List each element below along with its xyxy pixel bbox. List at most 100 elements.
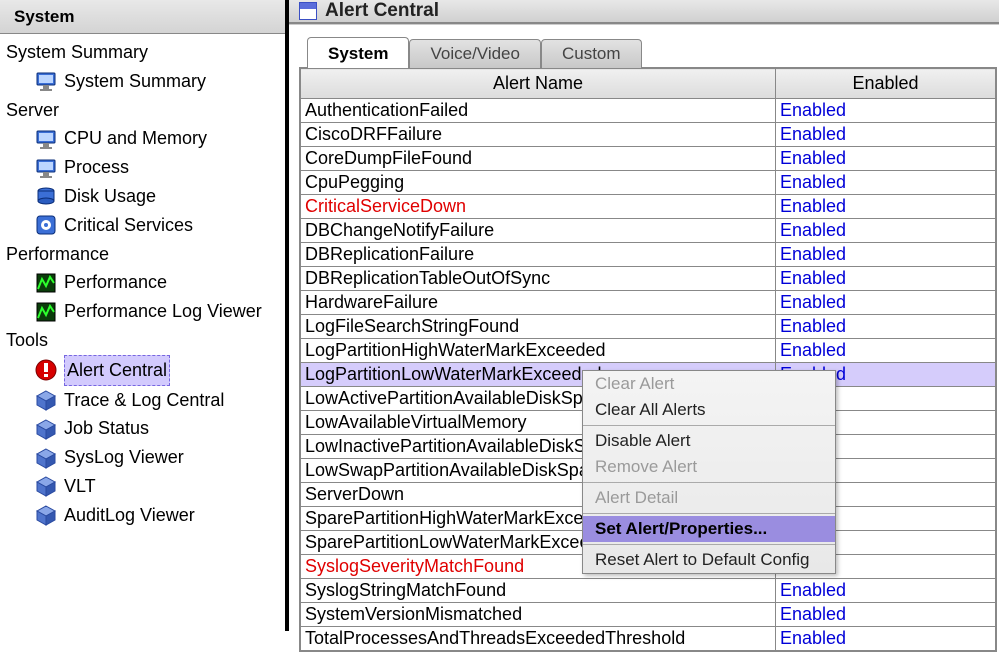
cube-icon xyxy=(34,446,58,470)
alert-status-cell: Enabled xyxy=(776,315,996,339)
navigation-tree: System SummarySystem SummaryServerCPU an… xyxy=(0,34,285,530)
table-row[interactable]: LogFileSearchStringFoundEnabled xyxy=(301,315,996,339)
tree-item[interactable]: Performance Log Viewer xyxy=(6,297,285,326)
table-row[interactable]: CriticalServiceDownEnabled xyxy=(301,195,996,219)
tab-bar: SystemVoice/VideoCustom xyxy=(307,37,999,68)
alert-name-cell: CoreDumpFileFound xyxy=(301,147,776,171)
tree-item-label: System Summary xyxy=(64,67,206,96)
table-row[interactable]: CoreDumpFileFoundEnabled xyxy=(301,147,996,171)
alert-name-cell: DBReplicationTableOutOfSync xyxy=(301,267,776,291)
alert-status-cell: Enabled xyxy=(776,579,996,603)
table-row[interactable]: AuthenticationFailedEnabled xyxy=(301,99,996,123)
monitor-icon xyxy=(34,69,58,93)
menu-item[interactable]: Disable Alert xyxy=(583,428,835,454)
tree-item[interactable]: Critical Services xyxy=(6,211,285,240)
tree-group[interactable]: Tools xyxy=(6,326,285,355)
tree-item-label: Performance Log Viewer xyxy=(64,297,262,326)
menu-separator xyxy=(583,544,835,545)
table-row[interactable]: TotalProcessesAndThreadsExceededThreshol… xyxy=(301,627,996,651)
table-row[interactable]: CpuPeggingEnabled xyxy=(301,171,996,195)
tree-item[interactable]: Performance xyxy=(6,268,285,297)
menu-item: Alert Detail xyxy=(583,485,835,511)
monitor-icon xyxy=(34,156,58,180)
col-alert-name[interactable]: Alert Name xyxy=(301,69,776,99)
alert-name-cell: AuthenticationFailed xyxy=(301,99,776,123)
panel-title: Alert Central xyxy=(325,0,439,22)
tree-item-label: Trace & Log Central xyxy=(64,386,224,415)
tree-item[interactable]: Alert Central xyxy=(6,355,285,386)
tab-custom[interactable]: Custom xyxy=(541,39,642,68)
menu-item: Remove Alert xyxy=(583,454,835,480)
tree-item-label: AuditLog Viewer xyxy=(64,501,195,530)
alert-name-cell: DBReplicationFailure xyxy=(301,243,776,267)
tree-group[interactable]: Performance xyxy=(6,240,285,269)
table-row[interactable]: DBReplicationFailureEnabled xyxy=(301,243,996,267)
tree-item-label: Critical Services xyxy=(64,211,193,240)
alert-status-cell: Enabled xyxy=(776,243,996,267)
cube-icon xyxy=(34,417,58,441)
tree-item[interactable]: AuditLog Viewer xyxy=(6,501,285,530)
tree-item[interactable]: Disk Usage xyxy=(6,182,285,211)
tree-item[interactable]: System Summary xyxy=(6,67,285,96)
alert-icon xyxy=(34,358,58,382)
menu-item[interactable]: Set Alert/Properties... xyxy=(583,516,835,542)
table-row[interactable]: DBChangeNotifyFailureEnabled xyxy=(301,219,996,243)
table-row[interactable]: SyslogStringMatchFoundEnabled xyxy=(301,579,996,603)
table-row[interactable]: SystemVersionMismatchedEnabled xyxy=(301,603,996,627)
alert-name-cell: TotalProcessesAndThreadsExceededThreshol… xyxy=(301,627,776,651)
menu-separator xyxy=(583,425,835,426)
table-row[interactable]: LogPartitionHighWaterMarkExceededEnabled xyxy=(301,339,996,363)
monitor-icon xyxy=(34,127,58,151)
chart-icon xyxy=(34,300,58,324)
tree-item[interactable]: Job Status xyxy=(6,414,285,443)
alert-status-cell: Enabled xyxy=(776,195,996,219)
col-enabled[interactable]: Enabled xyxy=(776,69,996,99)
table-row[interactable]: HardwareFailureEnabled xyxy=(301,291,996,315)
disk-icon xyxy=(34,184,58,208)
tree-item-label: CPU and Memory xyxy=(64,124,207,153)
menu-separator xyxy=(583,482,835,483)
tab-system[interactable]: System xyxy=(307,37,409,68)
alert-status-cell: Enabled xyxy=(776,291,996,315)
panel-titlebar: Alert Central xyxy=(289,0,999,24)
menu-item: Clear Alert xyxy=(583,371,835,397)
menu-item[interactable]: Reset Alert to Default Config xyxy=(583,547,835,573)
sidebar-title: System xyxy=(0,0,285,34)
alert-status-cell: Enabled xyxy=(776,339,996,363)
alert-name-cell: CpuPegging xyxy=(301,171,776,195)
alert-status-cell: Enabled xyxy=(776,603,996,627)
tree-item-label: VLT xyxy=(64,472,96,501)
alert-name-cell: CiscoDRFFailure xyxy=(301,123,776,147)
table-row[interactable]: CiscoDRFFailureEnabled xyxy=(301,123,996,147)
cube-icon xyxy=(34,388,58,412)
alert-status-cell: Enabled xyxy=(776,171,996,195)
tree-item[interactable]: Process xyxy=(6,153,285,182)
alert-name-cell: SyslogStringMatchFound xyxy=(301,579,776,603)
tree-item-label: Disk Usage xyxy=(64,182,156,211)
alert-status-cell: Enabled xyxy=(776,267,996,291)
tree-item[interactable]: VLT xyxy=(6,472,285,501)
tree-item-label: Process xyxy=(64,153,129,182)
tree-item[interactable]: CPU and Memory xyxy=(6,124,285,153)
tree-item[interactable]: Trace & Log Central xyxy=(6,386,285,415)
table-row[interactable]: DBReplicationTableOutOfSyncEnabled xyxy=(301,267,996,291)
tree-item-label: SysLog Viewer xyxy=(64,443,184,472)
tree-group[interactable]: System Summary xyxy=(6,38,285,67)
tree-item[interactable]: SysLog Viewer xyxy=(6,443,285,472)
tab-voice-video[interactable]: Voice/Video xyxy=(409,39,540,68)
alert-status-cell: Enabled xyxy=(776,99,996,123)
alert-name-cell: LogPartitionHighWaterMarkExceeded xyxy=(301,339,776,363)
alert-name-cell: CriticalServiceDown xyxy=(301,195,776,219)
cube-icon xyxy=(34,503,58,527)
tree-item-label: Job Status xyxy=(64,414,149,443)
menu-item[interactable]: Clear All Alerts xyxy=(583,397,835,423)
alert-name-cell: SystemVersionMismatched xyxy=(301,603,776,627)
context-menu: Clear AlertClear All Alerts Disable Alert… xyxy=(582,370,836,574)
alert-status-cell: Enabled xyxy=(776,147,996,171)
tree-group[interactable]: Server xyxy=(6,96,285,125)
sidebar: System System SummarySystem SummaryServe… xyxy=(0,0,289,631)
alert-name-cell: LogFileSearchStringFound xyxy=(301,315,776,339)
alert-status-cell: Enabled xyxy=(776,627,996,651)
chart-icon xyxy=(34,271,58,295)
tree-item-label: Performance xyxy=(64,268,167,297)
